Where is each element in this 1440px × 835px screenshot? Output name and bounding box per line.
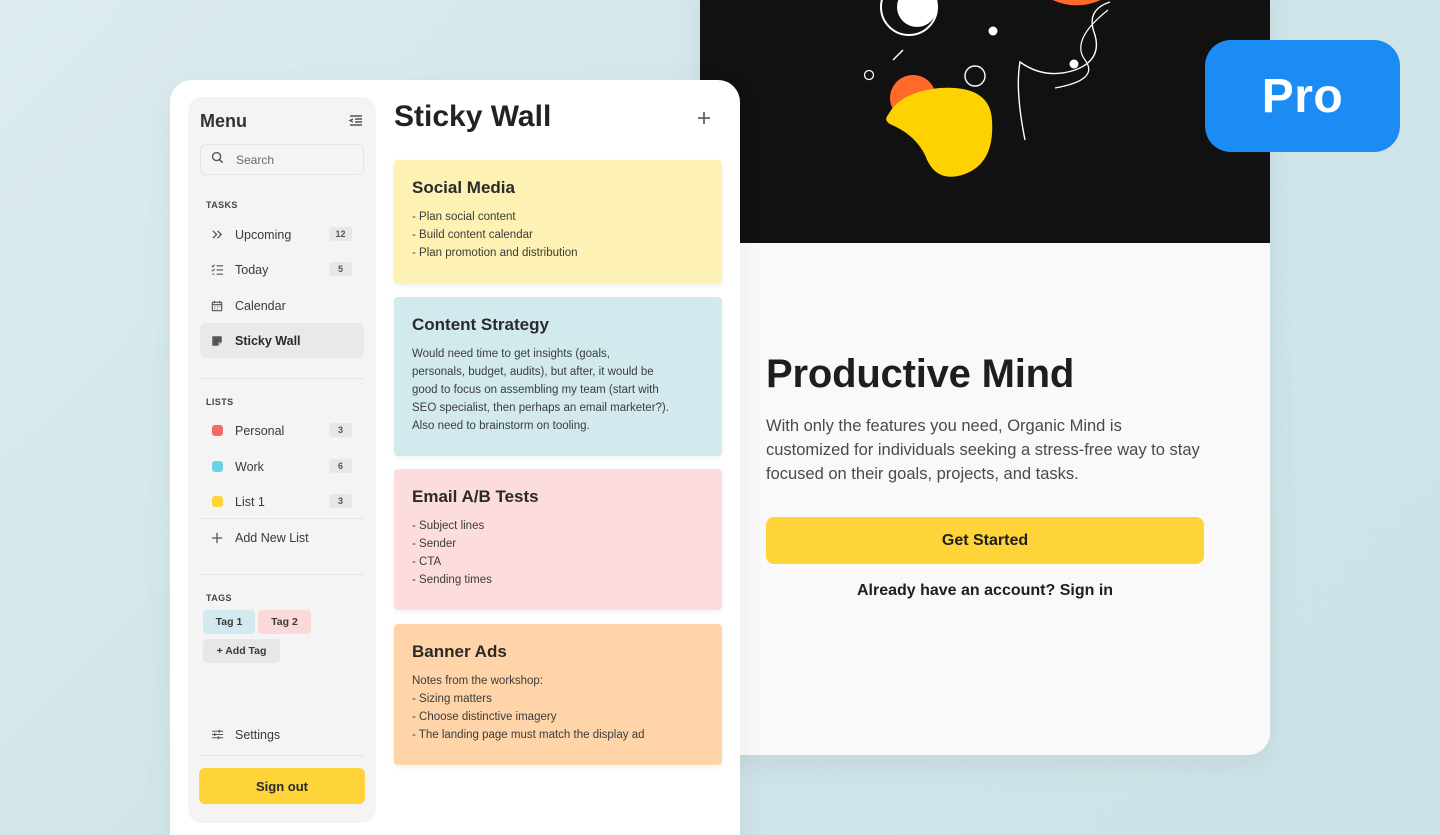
count-badge: 5 [329, 262, 352, 276]
note-line: SEO specialist, then perhaps an email ma… [412, 402, 669, 414]
page-title: Sticky Wall [394, 100, 552, 133]
list-color-swatch [210, 495, 224, 509]
note-title: Content Strategy [412, 315, 549, 334]
tasks-section-label: TASKS [206, 200, 238, 210]
landing-title: Productive Mind [766, 352, 1075, 396]
sidebar: Menu TASKS Upcoming 12 Today 5 Calendar [188, 97, 376, 823]
note-line: - Choose distinctive imagery [412, 711, 557, 723]
sidebar-item-label: Today [235, 262, 269, 277]
note-line: - Sending times [412, 574, 492, 586]
sticky-note[interactable]: Content Strategy Would need time to get … [394, 297, 722, 456]
abstract-shapes-illustration [863, 0, 1111, 177]
sticky-note[interactable]: Banner Ads Notes from the workshop: - Si… [394, 624, 722, 765]
settings-button[interactable]: Settings [200, 717, 364, 752]
collapse-menu-icon[interactable] [348, 113, 364, 129]
note-line: - Sender [412, 538, 457, 550]
note-line: - Sizing matters [412, 693, 492, 705]
sign-out-button[interactable]: Sign out [199, 768, 365, 804]
sidebar-item-upcoming[interactable]: Upcoming 12 [200, 217, 364, 252]
divider [200, 518, 364, 519]
add-tag-button[interactable]: + Add Tag [203, 639, 280, 663]
note-line: Also need to brainstorm on tooling. [412, 420, 590, 432]
sidebar-item-today[interactable]: Today 5 [200, 252, 364, 287]
divider [200, 378, 364, 379]
search-box[interactable] [200, 144, 364, 175]
sidebar-item-label: Sticky Wall [235, 333, 301, 348]
landing-description: With only the features you need, Organic… [766, 417, 1200, 483]
count-badge: 12 [329, 227, 352, 241]
list-color-swatch [210, 424, 224, 438]
note-title: Social Media [412, 178, 515, 197]
list-item-label: Work [235, 459, 264, 474]
list-item-list-1[interactable]: List 1 3 [200, 484, 364, 519]
get-started-button[interactable]: Get Started [766, 517, 1204, 564]
note-line: personals, budget, audits), but after, i… [412, 366, 654, 378]
menu-title: Menu [200, 111, 247, 131]
list-item-label: Personal [235, 423, 285, 438]
sidebar-item-sticky-wall[interactable]: Sticky Wall [200, 323, 364, 358]
lists-section-label: LISTS [206, 397, 234, 407]
sidebar-item-calendar[interactable]: Calendar [200, 288, 364, 323]
tag-chip-2[interactable]: Tag 2 [258, 610, 311, 634]
note-line: - Plan social content [412, 211, 516, 223]
plus-icon [210, 531, 224, 545]
list-item-work[interactable]: Work 6 [200, 449, 364, 484]
note-line: - CTA [412, 556, 442, 568]
note-line: - Plan promotion and distribution [412, 247, 578, 259]
sticky-note[interactable]: Social Media - Plan social content - Bui… [394, 160, 722, 284]
note-line: Would need time to get insights (goals, [412, 348, 610, 360]
hero-illustration [700, 0, 1270, 243]
settings-sliders-icon [210, 728, 224, 742]
sidebar-item-label: Calendar [235, 298, 286, 313]
landing-card: Productive Mind With only the features y… [700, 0, 1270, 755]
search-input[interactable] [236, 152, 356, 167]
sticky-note[interactable]: Email A/B Tests - Subject lines - Sender… [394, 469, 722, 610]
add-new-list-button[interactable]: Add New List [200, 520, 364, 555]
note-line: Notes from the workshop: [412, 675, 544, 687]
count-badge: 6 [329, 459, 352, 473]
add-new-list-label: Add New List [235, 530, 309, 545]
tags-section-label: TAGS [206, 593, 232, 603]
note-line: - Build content calendar [412, 229, 533, 241]
note-line: - The landing page must match the displa… [412, 729, 645, 741]
list-item-label: List 1 [235, 494, 265, 509]
app-window: Menu TASKS Upcoming 12 Today 5 Calendar [170, 80, 740, 835]
sign-in-link[interactable]: Already have an account? Sign in [766, 582, 1204, 600]
calendar-icon [210, 299, 224, 313]
divider [200, 574, 364, 575]
list-color-swatch [210, 460, 224, 474]
divider [200, 755, 364, 756]
tag-chip-1[interactable]: Tag 1 [203, 610, 255, 634]
plus-icon [698, 112, 710, 124]
note-title: Banner Ads [412, 642, 507, 661]
add-note-button[interactable] [692, 106, 716, 130]
count-badge: 3 [329, 423, 352, 437]
sidebar-item-label: Upcoming [235, 227, 292, 242]
sticky-note-icon [210, 334, 224, 348]
list-item-personal[interactable]: Personal 3 [200, 413, 364, 448]
settings-label: Settings [235, 727, 281, 742]
double-chevron-icon [210, 228, 224, 242]
pro-badge: Pro [1205, 40, 1400, 152]
note-line: - Subject lines [412, 520, 485, 532]
count-badge: 3 [329, 494, 352, 508]
checklist-icon [210, 263, 224, 277]
note-title: Email A/B Tests [412, 487, 539, 506]
search-icon [211, 151, 224, 169]
note-line: good to focus on assembling my team (sta… [412, 384, 659, 396]
